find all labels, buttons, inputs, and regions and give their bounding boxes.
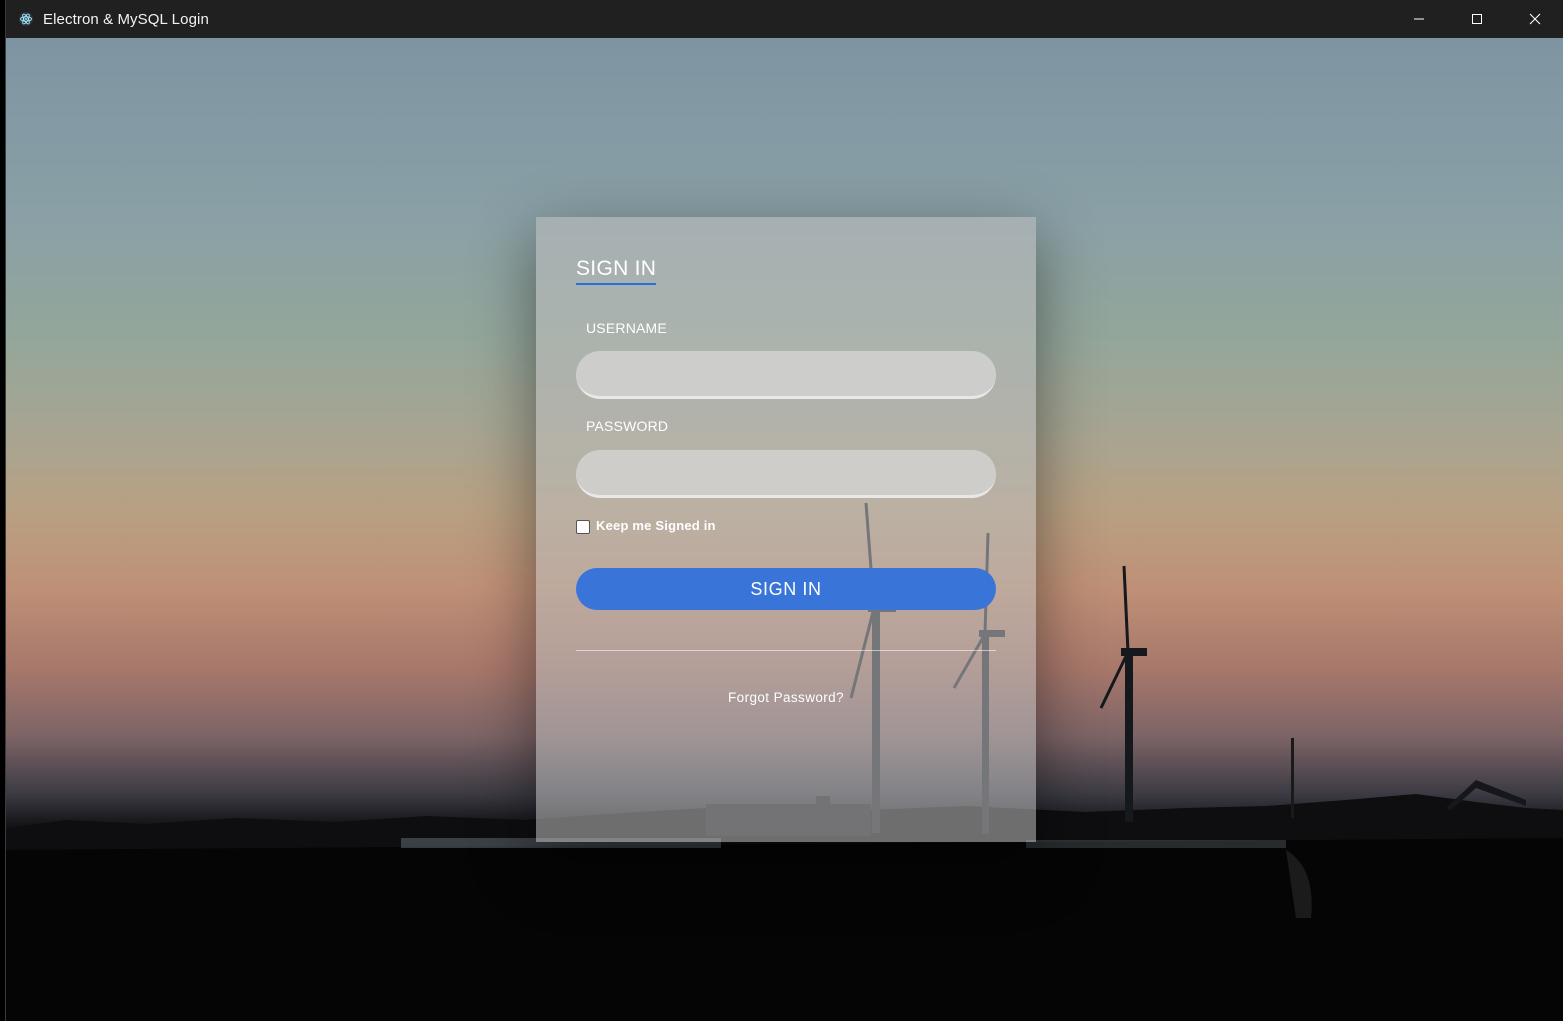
minimize-button[interactable] <box>1390 0 1448 38</box>
maximize-icon <box>1472 14 1482 24</box>
keep-signed-in-row[interactable]: Keep me Signed in <box>576 517 716 534</box>
electron-icon <box>19 12 33 26</box>
keep-signed-in-checkbox[interactable] <box>576 520 590 534</box>
username-input[interactable] <box>576 351 996 399</box>
login-card: SIGN IN USERNAME PASSWORD Keep me Signed… <box>536 217 1036 842</box>
close-button[interactable] <box>1506 0 1563 38</box>
sign-in-heading: SIGN IN <box>576 257 657 285</box>
forgot-password-link[interactable]: Forgot Password? <box>536 690 1036 705</box>
login-page: SIGN IN USERNAME PASSWORD Keep me Signed… <box>6 38 1563 1021</box>
maximize-button[interactable] <box>1448 0 1506 38</box>
username-label: USERNAME <box>586 320 667 336</box>
keep-signed-in-label[interactable]: Keep me Signed in <box>596 518 716 533</box>
sign-in-button[interactable]: SIGN IN <box>576 568 996 610</box>
password-label: PASSWORD <box>586 418 669 434</box>
window-controls <box>1390 0 1563 38</box>
close-icon <box>1529 13 1541 25</box>
title-bar[interactable]: Electron & MySQL Login <box>6 0 1563 38</box>
minimize-icon <box>1414 18 1424 20</box>
divider <box>576 650 996 651</box>
window-title: Electron & MySQL Login <box>43 10 209 28</box>
app-window: Electron & MySQL Login SIGN IN USERNAME … <box>5 0 1563 1021</box>
password-input[interactable] <box>576 450 996 498</box>
